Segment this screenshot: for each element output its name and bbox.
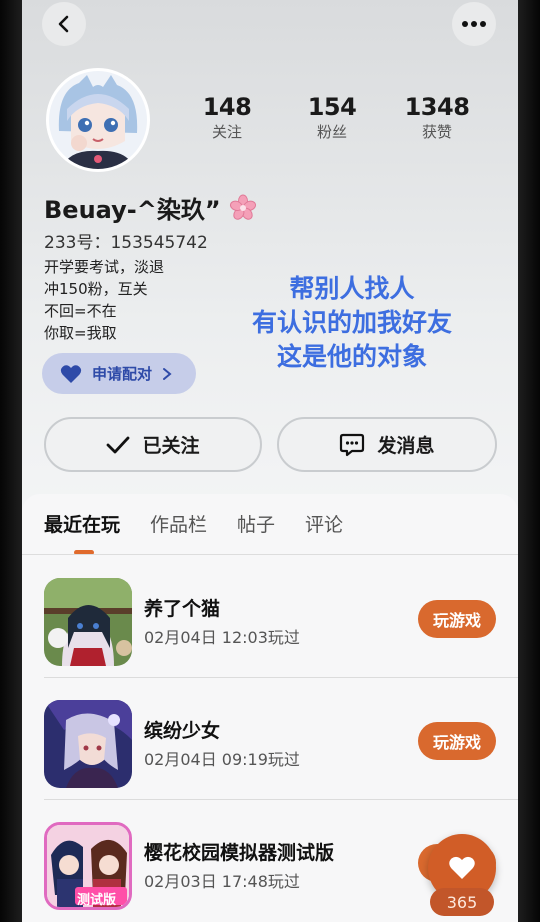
game-title: 养了个猫: [144, 598, 221, 620]
username: Beuay-^染玖”: [44, 196, 221, 224]
play-game-button[interactable]: 玩游戏: [418, 600, 496, 638]
back-arrow-icon: [58, 15, 69, 33]
stat-likes-value: 1348: [404, 93, 470, 121]
game-cover-image: [44, 700, 132, 788]
message-label: 发消息: [377, 435, 435, 457]
bio-line: 开学要考试，淡退: [44, 258, 165, 276]
checkmark-icon: [107, 436, 130, 453]
content-tabs: 最近在玩 作品栏 帖子 评论: [44, 510, 373, 540]
sakura-icon: [229, 194, 256, 220]
game-last-played: 02月04日 09:19玩过: [144, 750, 300, 769]
list-item[interactable]: 缤纷少女 02月04日 09:19玩过 玩游戏: [22, 678, 518, 800]
game-last-played: 02月04日 12:03玩过: [144, 628, 300, 647]
stat-following-value: 148: [202, 93, 252, 121]
test-version-badge: 测试版: [77, 893, 117, 908]
stat-following-label: 关注: [211, 123, 242, 141]
avatar[interactable]: [46, 68, 150, 172]
game-thumbnail[interactable]: 测试版: [44, 822, 132, 910]
stat-followers-value: 154: [307, 93, 357, 121]
game-thumbnail[interactable]: [44, 578, 132, 666]
stat-followers[interactable]: 154 粉丝: [287, 92, 377, 142]
game-thumbnail[interactable]: [44, 700, 132, 788]
like-count: 365: [430, 888, 494, 916]
game-cover-image: [44, 578, 132, 666]
game-last-played: 02月03日 17:48玩过: [144, 872, 300, 891]
stat-followers-label: 粉丝: [316, 123, 347, 141]
pair-request-label: 申请配对: [92, 365, 153, 383]
right-edge: [518, 0, 540, 922]
tab-comments[interactable]: 评论: [305, 510, 343, 540]
name-row: Beuay-^染玖”: [44, 190, 257, 225]
more-dots-icon: [462, 21, 486, 27]
stat-following[interactable]: 148 关注: [182, 92, 272, 142]
stat-likes[interactable]: 1348 获赞: [392, 92, 482, 142]
tab-posts[interactable]: 帖子: [237, 510, 275, 540]
heart-icon: [60, 364, 82, 383]
overlay-line: 帮别人找人: [289, 274, 415, 303]
follow-button[interactable]: 已关注: [44, 417, 262, 472]
bio-line: 你取=我取: [44, 324, 117, 342]
message-button[interactable]: 发消息: [277, 417, 497, 472]
heart-icon: [449, 856, 475, 879]
play-game-button[interactable]: 玩游戏: [418, 722, 496, 760]
overlay-caption: 帮别人找人 有认识的加我好友 这是他的对象: [232, 272, 472, 374]
game-title: 樱花校园模拟器测试版: [144, 842, 335, 864]
tab-works[interactable]: 作品栏: [150, 510, 207, 540]
tab-recently-played[interactable]: 最近在玩: [44, 510, 120, 540]
list-item[interactable]: 养了个猫 02月04日 12:03玩过 玩游戏: [22, 556, 518, 678]
bio-line: 冲150粉，互关: [44, 280, 148, 298]
left-edge: [0, 0, 22, 922]
stat-likes-label: 获赞: [421, 123, 452, 141]
bio-line: 不回=不在: [44, 302, 117, 320]
chat-bubble-icon: [340, 433, 365, 456]
avatar-illustration: [49, 71, 147, 169]
overlay-line: 这是他的对象: [276, 342, 427, 371]
back-button[interactable]: [42, 2, 86, 46]
game-title: 缤纷少女: [144, 720, 221, 742]
follow-label: 已关注: [142, 435, 200, 457]
user-id: 233号：153545742: [44, 233, 208, 253]
more-button[interactable]: [452, 2, 496, 46]
tab-divider: [22, 554, 518, 555]
bio: 开学要考试，淡退 冲150粉，互关 不回=不在 你取=我取: [44, 256, 164, 344]
chevron-right-icon: [163, 367, 172, 380]
overlay-line: 有认识的加我好友: [251, 308, 452, 337]
pair-request-button[interactable]: 申请配对: [42, 353, 196, 394]
profile-screen: 148 关注 154 粉丝 1348 获赞 Beuay-^染玖” 233号：15…: [22, 0, 518, 922]
profile-stats: 148 关注 154 粉丝 1348 获赞: [182, 92, 482, 142]
